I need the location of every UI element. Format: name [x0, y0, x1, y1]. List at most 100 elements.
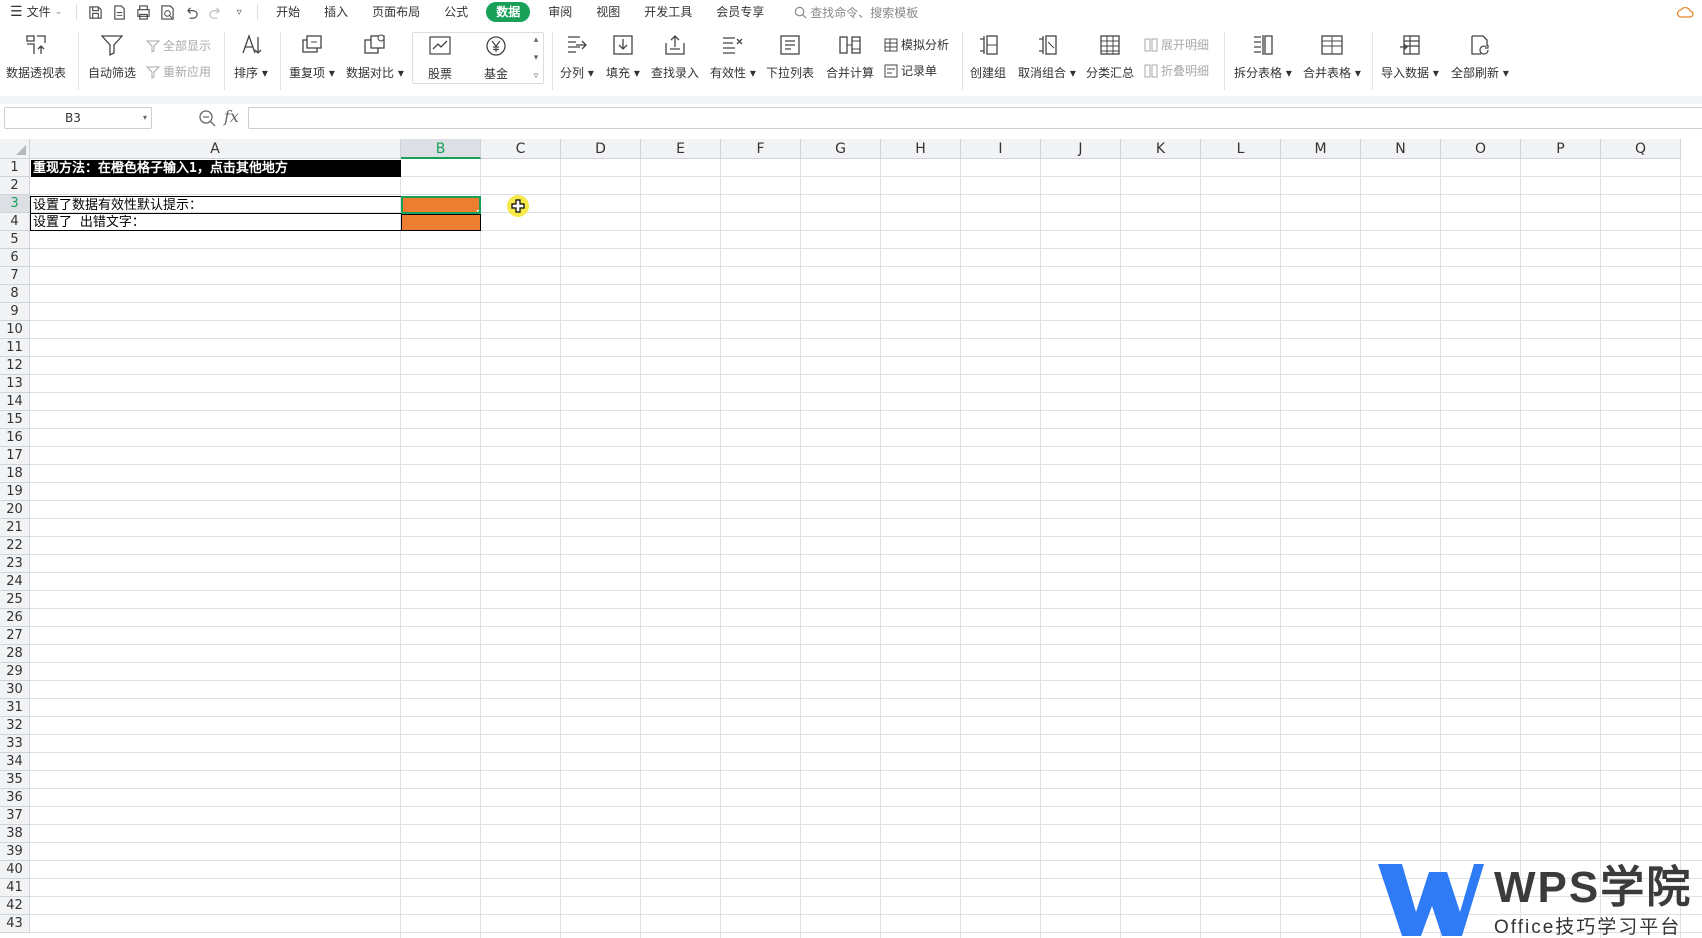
print-preview-icon[interactable]: [159, 4, 175, 20]
row-header-23[interactable]: 23: [0, 555, 30, 573]
row-header-25[interactable]: 25: [0, 591, 30, 609]
row-header-31[interactable]: 31: [0, 699, 30, 717]
cloud-sync-icon[interactable]: [1676, 4, 1694, 23]
insert-function-icon[interactable]: fx: [224, 107, 239, 126]
customize-quick-access-icon[interactable]: ▿: [231, 4, 247, 20]
fund-button[interactable]: 基金: [483, 27, 509, 82]
row-header-32[interactable]: 32: [0, 717, 30, 735]
record-form-button[interactable]: 记录单: [884, 62, 937, 79]
select-all-corner[interactable]: [0, 139, 30, 159]
subtotal-button[interactable]: 分类汇总: [1086, 26, 1134, 81]
row-header-38[interactable]: 38: [0, 825, 30, 843]
split-column-button[interactable]: 分列 ▾: [560, 26, 594, 81]
what-if-analysis-button[interactable]: 模拟分析: [884, 36, 949, 53]
column-header-k[interactable]: K: [1121, 139, 1201, 159]
row-header-11[interactable]: 11: [0, 339, 30, 357]
row-header-21[interactable]: 21: [0, 519, 30, 537]
row-header-37[interactable]: 37: [0, 807, 30, 825]
row-header-22[interactable]: 22: [0, 537, 30, 555]
import-data-button[interactable]: 导入数据 ▾: [1381, 26, 1439, 81]
tab-page-layout[interactable]: 页面布局: [360, 0, 432, 24]
row-header-39[interactable]: 39: [0, 843, 30, 861]
print-icon[interactable]: [135, 4, 151, 20]
cell-b4[interactable]: [401, 214, 481, 231]
row-header-30[interactable]: 30: [0, 681, 30, 699]
row-header-1[interactable]: 1: [0, 159, 30, 177]
save-icon[interactable]: [87, 4, 103, 20]
row-header-12[interactable]: 12: [0, 357, 30, 375]
column-header-o[interactable]: O: [1441, 139, 1521, 159]
row-header-7[interactable]: 7: [0, 267, 30, 285]
row-header-36[interactable]: 36: [0, 789, 30, 807]
row-header-2[interactable]: 2: [0, 177, 30, 195]
data-compare-button[interactable]: 数据对比 ▾: [346, 26, 404, 81]
dropdown-list-button[interactable]: 下拉列表: [766, 26, 814, 81]
expand-detail-button[interactable]: 展开明细: [1144, 36, 1209, 53]
consolidate-button[interactable]: 合并计算: [826, 26, 874, 81]
row-header-26[interactable]: 26: [0, 609, 30, 627]
gallery-scroller[interactable]: ▴ ▾ ▿: [529, 33, 543, 83]
pivot-table-button[interactable]: 数据透视表: [6, 26, 66, 81]
column-header-l[interactable]: L: [1201, 139, 1281, 159]
row-header-29[interactable]: 29: [0, 663, 30, 681]
tab-review[interactable]: 审阅: [536, 0, 584, 24]
column-header-b[interactable]: B: [401, 139, 481, 159]
row-header-19[interactable]: 19: [0, 483, 30, 501]
tab-data[interactable]: 数据: [486, 2, 531, 22]
command-search[interactable]: 查找命令、搜索模板: [794, 4, 918, 21]
cell-a1[interactable]: 重现方法：在橙色格子输入1，点击其他地方: [31, 160, 401, 177]
column-header-n[interactable]: N: [1361, 139, 1441, 159]
collapse-detail-button[interactable]: 折叠明细: [1144, 62, 1209, 79]
column-header-i[interactable]: I: [961, 139, 1041, 159]
tab-home[interactable]: 开始: [264, 0, 312, 24]
row-header-43[interactable]: 43: [0, 915, 30, 933]
column-header-a[interactable]: A: [30, 139, 401, 159]
ungroup-button[interactable]: 取消组合 ▾: [1018, 26, 1076, 81]
row-header-35[interactable]: 35: [0, 771, 30, 789]
row-header-24[interactable]: 24: [0, 573, 30, 591]
column-header-g[interactable]: G: [801, 139, 881, 159]
stock-button[interactable]: 股票: [427, 27, 453, 82]
column-header-p[interactable]: P: [1521, 139, 1601, 159]
redo-icon[interactable]: [207, 4, 223, 20]
tab-formulas[interactable]: 公式: [432, 0, 480, 24]
tab-member[interactable]: 会员专享: [704, 0, 776, 24]
row-header-40[interactable]: 40: [0, 861, 30, 879]
row-header-15[interactable]: 15: [0, 411, 30, 429]
refresh-all-button[interactable]: 全部刷新 ▾: [1451, 26, 1509, 81]
cell-b3-selected[interactable]: [401, 196, 481, 214]
row-header-18[interactable]: 18: [0, 465, 30, 483]
column-header-e[interactable]: E: [641, 139, 721, 159]
data-validity-button[interactable]: 有效性 ▾: [710, 26, 756, 81]
row-header-41[interactable]: 41: [0, 879, 30, 897]
row-header-10[interactable]: 10: [0, 321, 30, 339]
merge-table-button[interactable]: 合并表格 ▾: [1303, 26, 1361, 81]
row-header-28[interactable]: 28: [0, 645, 30, 663]
file-menu[interactable]: ☰ 文件 ⌄: [0, 0, 70, 24]
sort-button[interactable]: 排序 ▾: [234, 26, 268, 81]
lookup-entry-button[interactable]: 查找录入: [651, 26, 699, 81]
autofilter-button[interactable]: 自动筛选: [88, 26, 136, 81]
tab-view[interactable]: 视图: [584, 0, 632, 24]
row-header-17[interactable]: 17: [0, 447, 30, 465]
duplicates-button[interactable]: 重复项 ▾: [289, 26, 335, 81]
spreadsheet-grid[interactable]: ABCDEFGHIJKLMNOPQ 1 2 3 4 5 6 7 8 9 10 11 12 13 14 15 1…: [0, 139, 1702, 938]
row-header-8[interactable]: 8: [0, 285, 30, 303]
row-header-20[interactable]: 20: [0, 501, 30, 519]
cell-a4[interactable]: 设置了 出错文字：: [30, 213, 402, 231]
row-header-33[interactable]: 33: [0, 735, 30, 753]
name-box[interactable]: B3 ▾: [4, 107, 152, 129]
fill-button[interactable]: 填充 ▾: [606, 26, 640, 81]
row-header-42[interactable]: 42: [0, 897, 30, 915]
row-header-9[interactable]: 9: [0, 303, 30, 321]
reapply-button[interactable]: 重新应用: [146, 63, 211, 80]
row-header-14[interactable]: 14: [0, 393, 30, 411]
column-header-f[interactable]: F: [721, 139, 801, 159]
row-header-4[interactable]: 4: [0, 213, 30, 231]
row-header-3[interactable]: 3: [0, 195, 30, 213]
undo-icon[interactable]: [183, 4, 199, 20]
row-header-27[interactable]: 27: [0, 627, 30, 645]
zoom-function-icon[interactable]: [198, 109, 216, 130]
show-all-button[interactable]: 全部显示: [146, 37, 211, 54]
row-header-5[interactable]: 5: [0, 231, 30, 249]
